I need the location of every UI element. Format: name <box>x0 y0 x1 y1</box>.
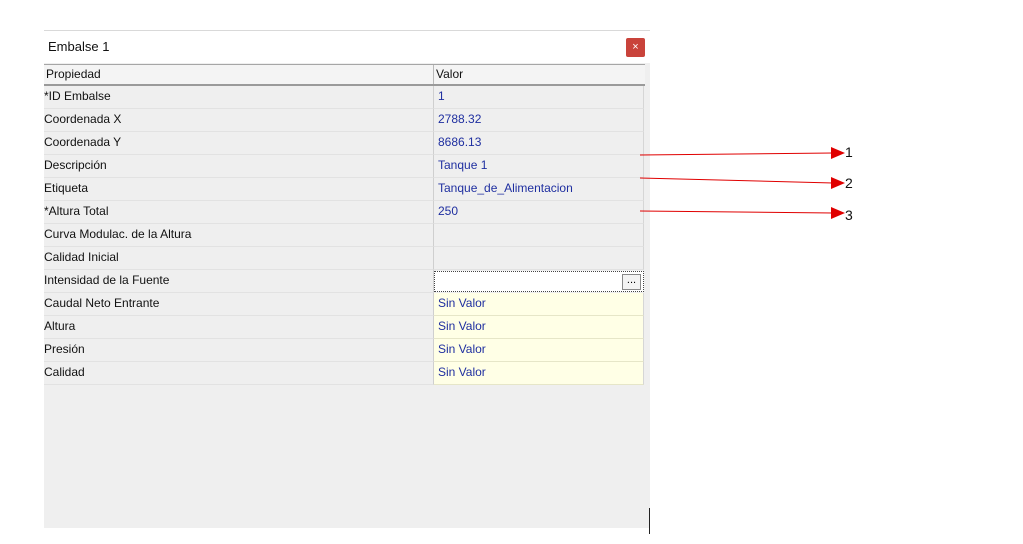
annotation-label-1: 1 <box>845 144 853 160</box>
annotation-arrow-line-2 <box>639 177 834 184</box>
annotation-arrows <box>639 147 845 219</box>
annotation-arrowhead-1 <box>831 147 845 159</box>
annotation-arrow-line-3 <box>639 210 834 214</box>
annotation-label-3: 3 <box>845 207 853 223</box>
annotation-label-2: 2 <box>845 175 853 191</box>
annotation-arrowhead-3 <box>831 207 845 219</box>
annotation-arrow-line-1 <box>639 152 834 156</box>
annotation-arrowhead-2 <box>831 177 845 189</box>
